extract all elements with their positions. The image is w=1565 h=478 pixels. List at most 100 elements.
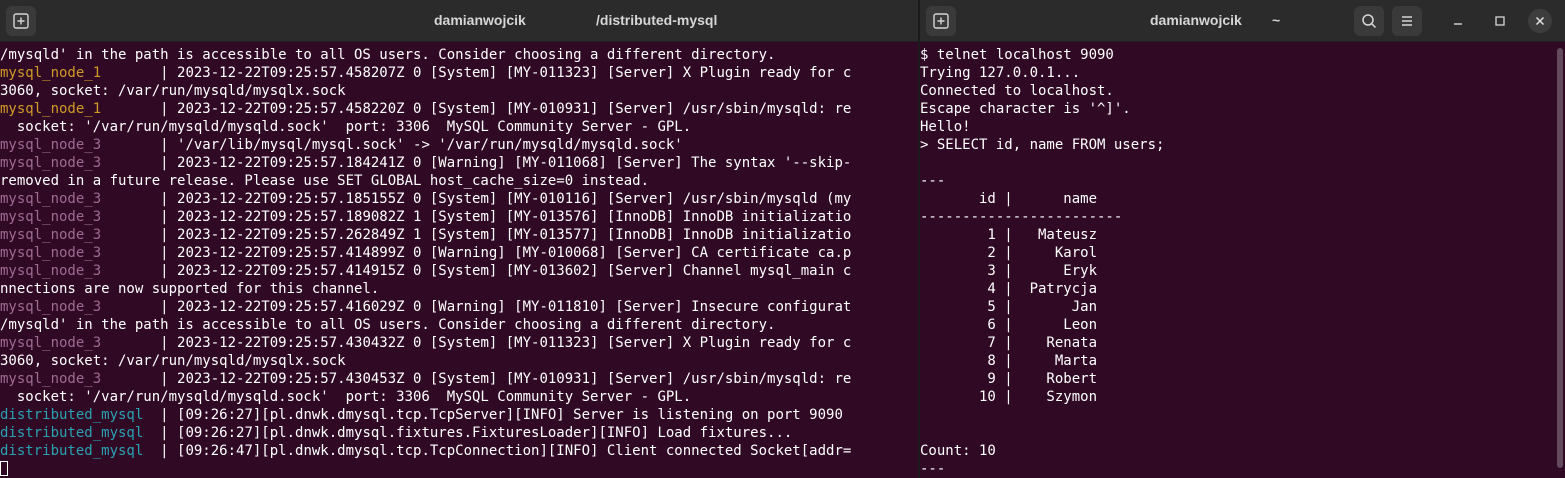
service-name: mysql_node_3 [0,335,102,351]
terminal-line: socket: '/var/run/mysqld/mysqld.sock' po… [0,388,918,406]
log-text: 2023-12-22T09:25:57.262849Z 1 [System] [… [177,227,852,243]
terminal-line: 2 | Karol [920,245,1098,261]
terminal-cursor[interactable] [0,461,8,476]
minimize-button[interactable] [1447,10,1469,32]
service-separator: | [143,425,178,441]
service-separator: | [101,299,178,315]
terminal-line: /mysqld' in the path is accessible to al… [0,46,918,64]
service-name: mysql_node_3 [0,155,102,171]
log-text: 3060, socket: /var/run/mysqld/mysqlx.soc… [0,353,346,369]
log-text: /mysqld' in the path is accessible to al… [0,47,776,63]
left-terminal-window: damianwojcik /distributed-mysql /mysqld'… [0,0,918,478]
log-text: 2023-12-22T09:25:57.416029Z 0 [Warning] … [177,299,852,315]
terminal-line: 3060, socket: /var/run/mysqld/mysqlx.soc… [0,82,918,100]
log-text: 2023-12-22T09:25:57.189082Z 1 [System] [… [177,209,852,225]
new-tab-button[interactable] [926,6,956,36]
log-text: [09:26:27][pl.dnwk.dmysql.fixtures.Fixtu… [177,425,793,441]
terminal-line: 3 | Eryk [920,263,1098,279]
terminal-line: distributed_mysql | [09:26:27][pl.dnwk.d… [0,406,918,424]
terminal-line: mysql_node_1 | 2023-12-22T09:25:57.45820… [0,64,918,82]
window-title-path: ~ [1272,12,1281,28]
terminal-line: Count: 10 [920,443,996,459]
right-title-bar[interactable]: damianwojcik ~ [920,0,1565,42]
log-text: 2023-12-22T09:25:57.184241Z 0 [Warning] … [177,155,852,171]
terminal-line: 6 | Leon [920,317,1098,333]
terminal-line: socket: '/var/run/mysqld/mysqld.sock' po… [0,118,918,136]
window-title-path: /distributed-mysql [596,12,718,28]
log-text: 2023-12-22T09:25:57.414915Z 0 [System] [… [177,263,852,279]
service-separator: | [143,443,178,459]
terminal-line: 7 | Renata [920,335,1098,351]
service-name: mysql_node_3 [0,137,102,153]
terminal-line: mysql_node_3 | 2023-12-22T09:25:57.26284… [0,226,918,244]
maximize-button[interactable] [1489,10,1511,32]
terminal-line: Hello! [920,119,971,135]
terminal-line: removed in a future release. Please use … [0,172,918,190]
terminal-line: 8 | Marta [920,353,1098,369]
terminal-line: mysql_node_3 | 2023-12-22T09:25:57.43045… [0,370,918,388]
log-text: 2023-12-22T09:25:57.458207Z 0 [System] [… [177,65,852,81]
service-separator: | [101,191,178,207]
scrollbar[interactable] [1557,48,1563,468]
service-separator: | [101,155,178,171]
log-text: '/var/lib/mysql/mysql.sock' -> '/var/run… [177,137,683,153]
terminal-line: distributed_mysql | [09:26:27][pl.dnwk.d… [0,424,918,442]
service-name: mysql_node_3 [0,191,102,207]
terminal-line: mysql_node_3 | 2023-12-22T09:25:57.18515… [0,190,918,208]
service-name: mysql_node_3 [0,371,102,387]
log-text: 2023-12-22T09:25:57.430453Z 0 [System] [… [177,371,852,387]
service-separator: | [101,137,178,153]
terminal-line: 4 | Patrycja [920,281,1098,297]
terminal-line: --- [920,173,946,189]
service-separator: | [143,407,178,423]
log-text: 2023-12-22T09:25:57.185155Z 0 [System] [… [177,191,852,207]
terminal-prompt-line[interactable] [0,460,918,478]
right-terminal-output[interactable]: $ telnet localhost 9090 Trying 127.0.0.1.… [920,42,1565,478]
log-text: /mysqld' in the path is accessible to al… [0,317,776,333]
search-button[interactable] [1354,6,1384,36]
new-tab-button[interactable] [6,6,36,36]
window-title-user: damianwojcik [1150,12,1242,28]
terminal-line: 5 | Jan [920,299,1098,315]
terminal-line: ------------------------ [920,209,1123,225]
service-separator: | [101,101,178,117]
log-text: [09:26:27][pl.dnwk.dmysql.tcp.TcpServer]… [177,407,843,423]
terminal-line: mysql_node_3 | 2023-12-22T09:25:57.18908… [0,208,918,226]
terminal-line: mysql_node_3 | 2023-12-22T09:25:57.41602… [0,298,918,316]
service-separator: | [101,263,178,279]
terminal-line: mysql_node_3 | 2023-12-22T09:25:57.43043… [0,334,918,352]
terminal-line: mysql_node_3 | 2023-12-22T09:25:57.41491… [0,262,918,280]
terminal-line: 1 | Mateusz [920,227,1098,243]
service-name: distributed_mysql [0,425,144,441]
log-text: 3060, socket: /var/run/mysqld/mysqlx.soc… [0,83,346,99]
log-text: socket: '/var/run/mysqld/mysqld.sock' po… [0,389,692,405]
service-separator: | [101,65,178,81]
service-name: mysql_node_3 [0,209,102,225]
service-name: mysql_node_3 [0,245,102,261]
service-separator: | [101,245,178,261]
left-terminal-output[interactable]: /mysqld' in the path is accessible to al… [0,42,918,478]
service-name: mysql_node_3 [0,263,102,279]
menu-button[interactable] [1392,6,1422,36]
log-text: removed in a future release. Please use … [0,173,650,189]
terminal-line: distributed_mysql | [09:26:47][pl.dnwk.d… [0,442,918,460]
log-text: [09:26:47][pl.dnwk.dmysql.tcp.TcpConnect… [177,443,852,459]
right-terminal-window: damianwojcik ~ $ telnet localhost 9090 T… [920,0,1565,478]
left-title-bar[interactable]: damianwojcik /distributed-mysql [0,0,918,42]
log-text: 2023-12-22T09:25:57.430432Z 0 [System] [… [177,335,852,351]
terminal-line: $ telnet localhost 9090 [920,47,1114,63]
log-text: 2023-12-22T09:25:57.458220Z 0 [System] [… [177,101,852,117]
terminal-line: mysql_node_1 | 2023-12-22T09:25:57.45822… [0,100,918,118]
service-name: mysql_node_3 [0,227,102,243]
service-name: distributed_mysql [0,443,144,459]
terminal-line: mysql_node_3 | 2023-12-22T09:25:57.18424… [0,154,918,172]
terminal-line: Trying 127.0.0.1... [920,65,1081,81]
terminal-line: mysql_node_3 | 2023-12-22T09:25:57.41489… [0,244,918,262]
service-separator: | [101,227,178,243]
close-button[interactable] [1528,9,1552,33]
terminal-line: 10 | Szymon [920,389,1098,405]
service-separator: | [101,371,178,387]
terminal-line: 9 | Robert [920,371,1098,387]
